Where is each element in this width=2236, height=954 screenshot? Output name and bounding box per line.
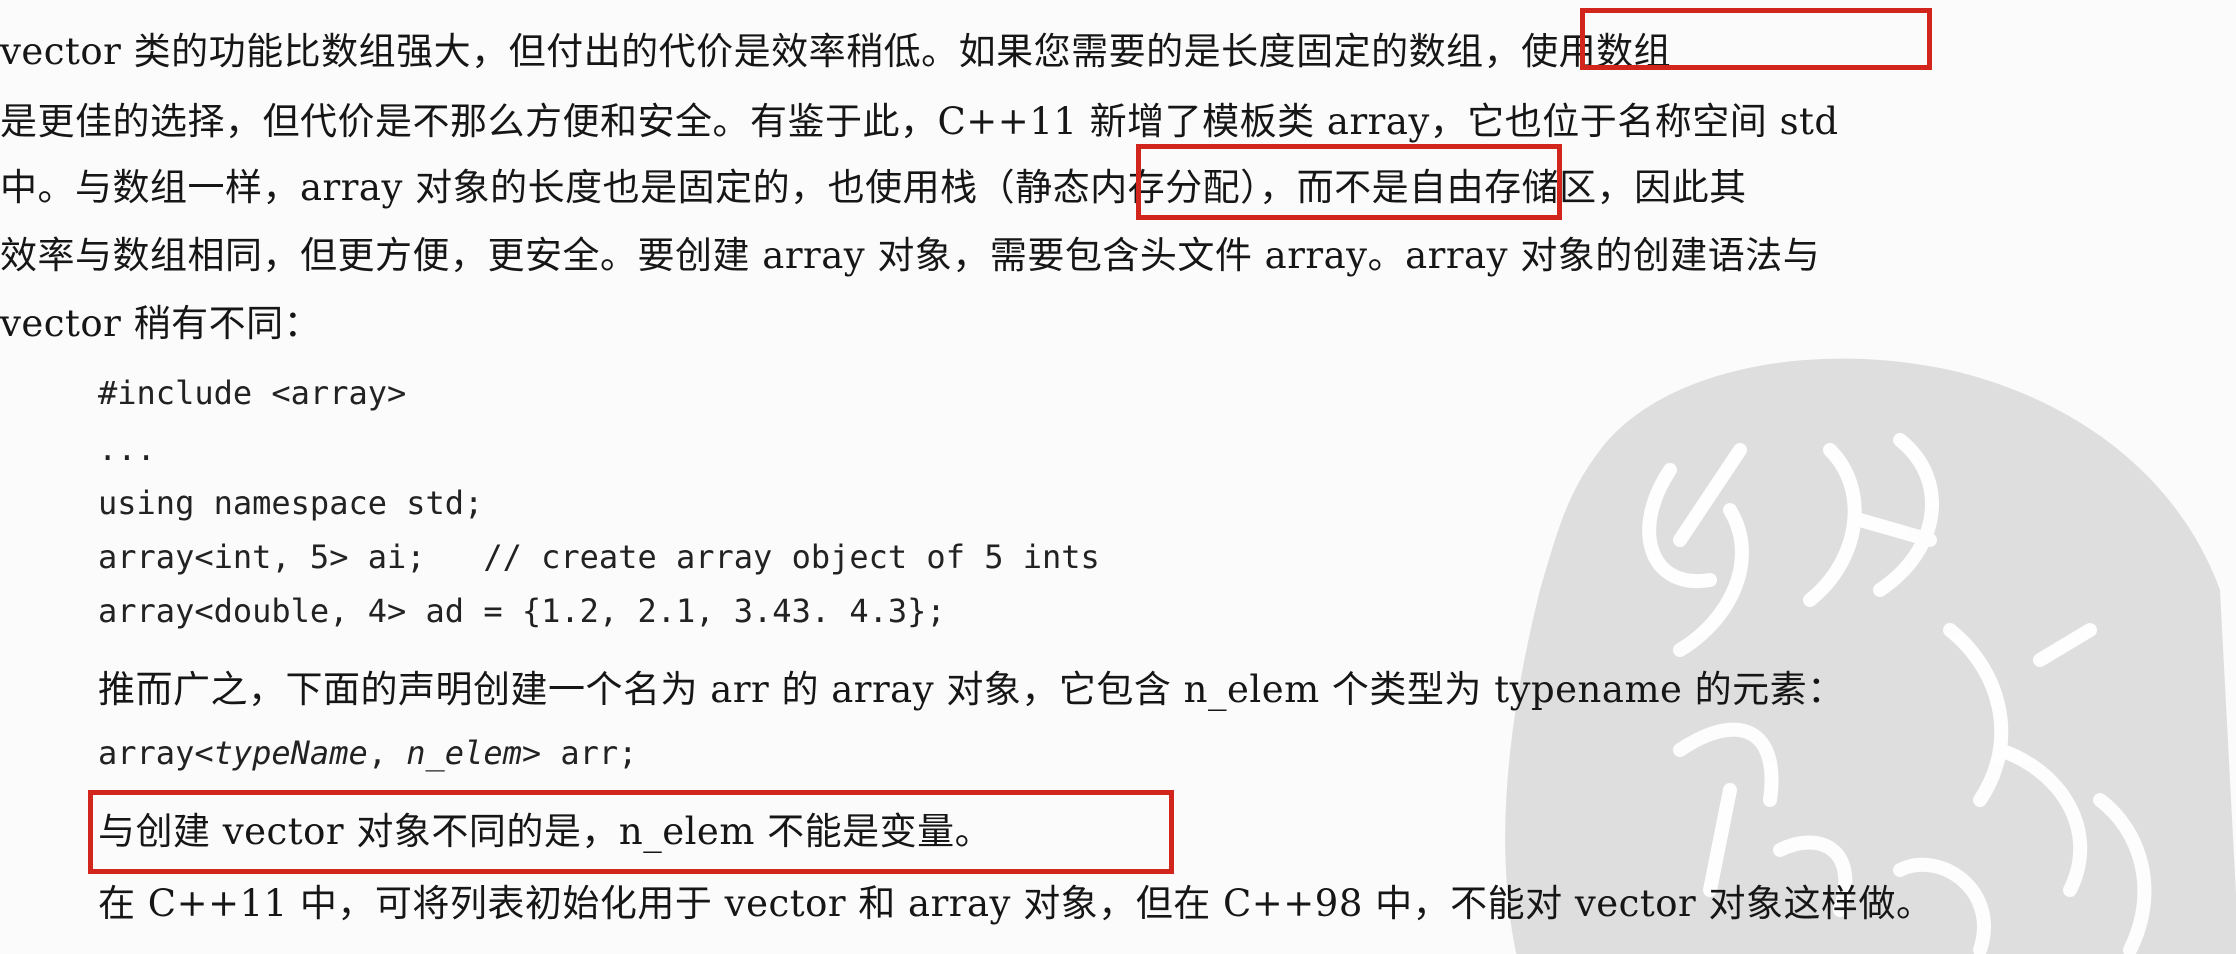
seal-watermark [1480,330,2236,954]
code-line-4: array<int, 5> ai; // create array object… [98,538,1100,576]
paragraph-1-line-2: 是更佳的选择，但代价是不那么方便和安全。有鉴于此，C++11 新增了模板类 ar… [0,100,1839,143]
code-line-2: ... [98,430,156,468]
paragraph-1-line-1: vector 类的功能比数组强大，但付出的代价是效率稍低。如果您需要的是长度固定… [0,30,1672,73]
declaration-n-elem: n_elem [406,734,522,772]
paragraph-3: 在 C++11 中，可将列表初始化用于 vector 和 array 对象，但在… [98,882,1934,925]
seal-watermark-graphic [1505,358,2236,954]
code-line-5: array<double, 4> ad = {1.2, 2.1, 3.43. 4… [98,592,946,630]
declaration-code: array<typeName, n_elem> arr; [98,731,637,775]
code-line-1: #include <array> [98,374,407,412]
declaration-suffix: > arr; [521,734,638,772]
paragraph-2: 推而广之，下面的声明创建一个名为 arr 的 array 对象，它包含 n_el… [98,668,1845,711]
code-line-3: using namespace std; [98,484,484,522]
declaration-type-name: typeName [213,734,368,772]
paragraph-1-line-5: vector 稍有不同： [0,302,322,345]
paragraph-1-line-4: 效率与数组相同，但更方便，更安全。要创建 array 对象，需要包含头文件 ar… [0,234,1821,277]
declaration-sep: , [367,734,407,772]
document-page: vector 类的功能比数组强大，但付出的代价是效率稍低。如果您需要的是长度固定… [0,0,2236,954]
note-n-elem: 与创建 vector 对象不同的是，n_elem 不能是变量。 [98,810,993,853]
declaration-prefix: array< [98,734,214,772]
paragraph-1-line-3: 中。与数组一样，array 对象的长度也是固定的，也使用栈（静态内存分配），而不… [0,166,1747,209]
